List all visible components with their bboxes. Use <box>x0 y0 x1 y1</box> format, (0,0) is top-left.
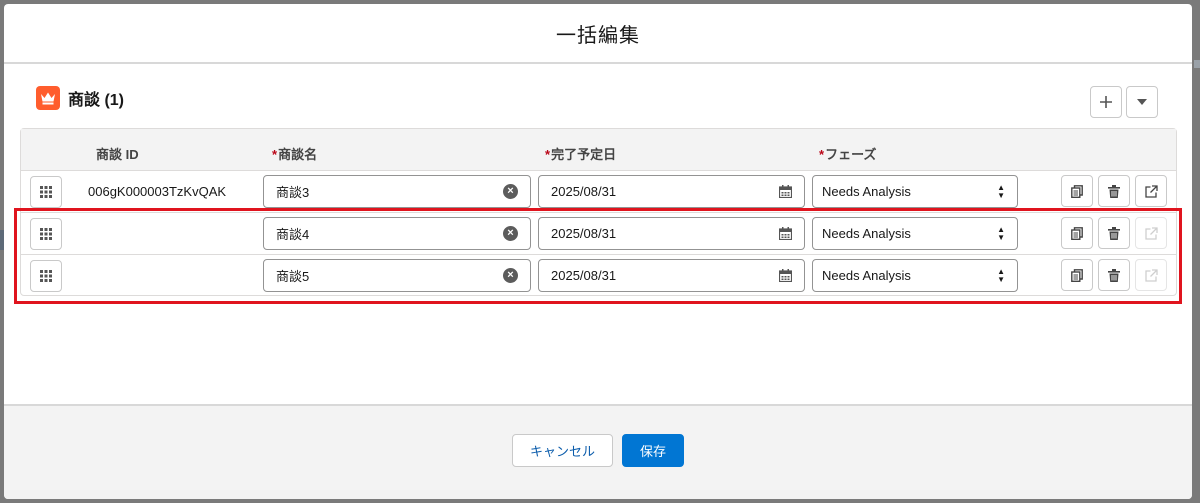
delete-row-button[interactable] <box>1098 259 1130 291</box>
trash-icon <box>1108 184 1120 198</box>
delete-row-button[interactable] <box>1098 175 1130 207</box>
table-header: 商談 ID *商談名 *完了予定日 *フェーズ <box>21 129 1176 171</box>
record-id: 006gK000003TzKvQAK <box>88 184 227 199</box>
section-title: 商談 (1) <box>68 92 125 109</box>
delete-row-button[interactable] <box>1098 217 1130 249</box>
section-header: 商談 (1) <box>36 86 124 110</box>
copy-icon <box>1071 184 1083 198</box>
calendar-icon[interactable] <box>779 227 792 240</box>
required-mark: * <box>819 147 825 162</box>
save-button[interactable]: 保存 <box>622 434 684 467</box>
column-header-stage: *フェーズ <box>819 147 877 162</box>
external-link-icon <box>1144 226 1158 240</box>
select-arrows-icon: ▲ ▼ <box>997 224 1005 242</box>
required-mark: * <box>272 147 278 162</box>
external-link-icon <box>1144 268 1158 282</box>
clear-icon[interactable]: × <box>503 226 518 241</box>
clone-row-button[interactable] <box>1061 175 1093 207</box>
opportunity-table: 商談 ID *商談名 *完了予定日 *フェーズ 006gK000003TzKvQ… <box>20 128 1177 296</box>
add-row-button[interactable] <box>1090 86 1122 118</box>
table-row: 商談4 × 2025/08/31 Needs Analysis ▲ ▼ <box>21 213 1176 255</box>
close-date-input[interactable]: 2025/08/31 <box>538 259 805 292</box>
background-page-edge-right <box>1194 60 1200 68</box>
drag-handle[interactable] <box>30 176 62 208</box>
modal-title: 一括編集 <box>556 24 640 47</box>
bulk-edit-modal: 一括編集 商談 (1) 商談 ID *商談名 *完了予定日 *フェーズ 006g… <box>4 4 1192 499</box>
grip-icon <box>40 228 52 240</box>
chevron-down-icon <box>1137 99 1147 105</box>
select-arrows-icon: ▲ ▼ <box>997 182 1005 200</box>
drag-handle[interactable] <box>30 218 62 250</box>
column-header-close-date: *完了予定日 <box>545 147 617 162</box>
close-date-input[interactable]: 2025/08/31 <box>538 175 805 208</box>
name-input[interactable]: 商談3 × <box>263 175 531 208</box>
table-row: 006gK000003TzKvQAK 商談3 × 2025/08/31 Need… <box>21 171 1176 213</box>
column-header-id: 商談 ID <box>96 147 139 162</box>
grip-icon <box>40 270 52 282</box>
open-record-button <box>1135 259 1167 291</box>
cancel-button[interactable]: キャンセル <box>512 434 613 467</box>
modal-header: 一括編集 <box>4 4 1192 64</box>
modal-footer: キャンセル 保存 <box>4 404 1192 499</box>
crown-icon <box>36 86 60 110</box>
calendar-icon[interactable] <box>779 185 792 198</box>
grip-icon <box>40 186 52 198</box>
trash-icon <box>1108 226 1120 240</box>
clear-icon[interactable]: × <box>503 184 518 199</box>
select-arrows-icon: ▲ ▼ <box>997 266 1005 284</box>
plus-icon <box>1100 96 1112 108</box>
copy-icon <box>1071 226 1083 240</box>
stage-select[interactable]: Needs Analysis ▲ ▼ <box>812 175 1018 208</box>
table-row: 商談5 × 2025/08/31 Needs Analysis ▲ ▼ <box>21 255 1176 297</box>
required-mark: * <box>545 147 551 162</box>
name-input[interactable]: 商談4 × <box>263 217 531 250</box>
external-link-icon <box>1144 184 1158 198</box>
open-record-button <box>1135 217 1167 249</box>
drag-handle[interactable] <box>30 260 62 292</box>
calendar-icon[interactable] <box>779 269 792 282</box>
column-header-name: *商談名 <box>272 147 318 162</box>
open-record-button[interactable] <box>1135 175 1167 207</box>
clear-icon[interactable]: × <box>503 268 518 283</box>
copy-icon <box>1071 268 1083 282</box>
name-input[interactable]: 商談5 × <box>263 259 531 292</box>
more-actions-button[interactable] <box>1126 86 1158 118</box>
clone-row-button[interactable] <box>1061 217 1093 249</box>
stage-select[interactable]: Needs Analysis ▲ ▼ <box>812 259 1018 292</box>
close-date-input[interactable]: 2025/08/31 <box>538 217 805 250</box>
stage-select[interactable]: Needs Analysis ▲ ▼ <box>812 217 1018 250</box>
clone-row-button[interactable] <box>1061 259 1093 291</box>
trash-icon <box>1108 268 1120 282</box>
